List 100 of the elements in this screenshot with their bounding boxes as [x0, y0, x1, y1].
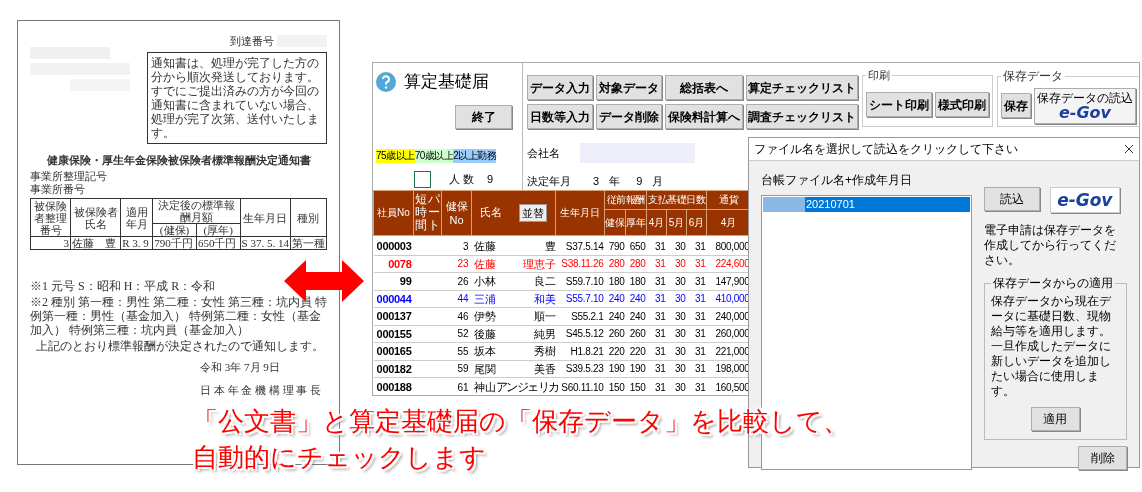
table-header: 決定後の標準報酬月額 — [152, 198, 241, 224]
table-cell: 220 — [604, 342, 626, 360]
group-header: 支払基礎日数 — [646, 190, 707, 209]
table-cell: 44 — [441, 290, 472, 308]
close-icon[interactable] — [1124, 144, 1134, 154]
table-cell: 160,500 — [706, 377, 751, 395]
table-cell: 650千円 — [196, 236, 241, 250]
table-cell: 240 — [604, 290, 626, 308]
table-cell: 30 — [666, 290, 687, 308]
table-cell: 000155 — [373, 325, 414, 343]
toolbar-button[interactable]: データ入力 — [527, 75, 593, 100]
surname: 佐藤 — [473, 239, 496, 254]
egov-button[interactable]: 保存データの読込 e-Gov — [1034, 87, 1136, 124]
table-cell: 31 — [686, 307, 707, 325]
table-cell: S39.5.23 — [555, 360, 605, 378]
load-button[interactable]: 読込 — [983, 187, 1040, 211]
table-cell: 220 — [625, 342, 647, 360]
toolbar-button[interactable]: 日数等入力 — [527, 104, 593, 129]
toolbar-button[interactable]: 対象データ — [596, 75, 662, 100]
file-list-item[interactable]: 20210701 — [763, 197, 970, 212]
file-name: 20210701 — [806, 197, 855, 213]
table-cell: 150 — [625, 377, 647, 395]
table-cell: 800,000 — [706, 238, 751, 255]
table-cell: 000003 — [373, 238, 414, 255]
note-text: 電子申請は保存データを作成してから行ってください。 — [983, 223, 1117, 268]
legend-tag: 2以上勤務 — [453, 148, 497, 163]
toolbar-button[interactable]: 調査チェックリスト — [746, 104, 858, 129]
table-cell: 31 — [646, 290, 667, 308]
decision-year: 3 — [593, 174, 600, 189]
table-cell: 31 — [686, 290, 707, 308]
table-cell: S 37. 5. 14 — [240, 236, 291, 250]
print-button[interactable]: 様式印刷 — [935, 92, 989, 118]
table-cell: 23 — [441, 255, 472, 273]
legend-tag: 75歳以上 — [376, 148, 415, 163]
table-cell: 221,000 — [706, 342, 751, 360]
table-cell: 180 — [604, 272, 626, 290]
column-header: 健保 — [604, 209, 626, 235]
table-cell: 000188 — [373, 377, 414, 395]
table-cell: 260 — [625, 325, 647, 343]
table-cell: 31 — [646, 377, 667, 395]
table-cell: 30 — [666, 360, 687, 378]
table-cell: 224,600 — [706, 255, 751, 273]
surname: 神山 — [473, 379, 496, 395]
table-cell: 31 — [686, 325, 707, 343]
help-icon[interactable] — [376, 71, 396, 92]
egov-caption: 保存データの読込 — [1037, 90, 1133, 105]
surname: 後藤 — [473, 326, 496, 342]
exit-button[interactable]: 終了 — [455, 104, 512, 129]
table-cell: 190 — [604, 360, 626, 378]
group-label: 保存データ — [1002, 68, 1064, 85]
apply-description: 保存データから現在データに基礎日数、現物給与等を適用します。一旦作成したデータに新しいデータを追加したい場合に使用します。 — [990, 294, 1112, 399]
column-header: 5月 — [666, 209, 687, 235]
month-unit: 月 — [652, 174, 664, 189]
table-cell: 30 — [666, 272, 687, 290]
footnote: ※1 元号 S：昭和 H：平成 R：令和 — [30, 279, 217, 293]
table-cell: 31 — [686, 272, 707, 290]
toolbar-button[interactable]: 保険料計算へ — [665, 104, 743, 129]
table-cell: S37.5.14 — [555, 238, 605, 255]
table-cell: 30 — [666, 342, 687, 360]
column-header: 4月 — [646, 209, 667, 235]
print-button[interactable]: シート印刷 — [866, 92, 932, 118]
table-cell: S55.7.10 — [555, 290, 605, 308]
group-header: 従前報酬 — [604, 190, 647, 209]
table-header: 被保険者整理番号 — [30, 198, 71, 237]
apply-button[interactable]: 適用 — [1030, 407, 1080, 431]
given-name: 豊 — [544, 239, 556, 254]
toolbar-button[interactable]: 総括表へ — [665, 75, 743, 100]
table-cell: 99 — [373, 272, 414, 290]
egov-button[interactable]: e-Gov — [1049, 187, 1120, 213]
table-cell: 31 — [646, 325, 667, 343]
redacted-block — [763, 197, 805, 212]
table-cell: 280 — [625, 255, 647, 273]
table-cell: 410,000 — [706, 290, 751, 308]
table-cell: 3 — [441, 238, 472, 255]
delete-button[interactable]: 削除 — [1078, 446, 1127, 470]
surname: 坂本 — [473, 344, 496, 359]
sort-button[interactable]: 並替 — [518, 203, 547, 222]
document-title: 健康保険・厚生年金保険被保険者標準報酬決定通知書 — [45, 152, 312, 168]
table-cell: 240 — [625, 290, 647, 308]
table-cell: S59.7.10 — [555, 272, 605, 290]
given-name: 秀樹 — [533, 344, 556, 359]
table-cell: 000137 — [373, 307, 414, 325]
toolbar-button[interactable]: データ削除 — [596, 104, 662, 129]
toolbar-button[interactable]: 算定チェックリスト — [746, 75, 858, 100]
table-cell: H1.8.21 — [555, 342, 605, 360]
table-cell: 55 — [441, 342, 472, 360]
app-title: 算定基礎届 — [404, 71, 489, 93]
table-header: (健保) — [152, 223, 197, 237]
table-cell: S45.5.12 — [555, 325, 605, 343]
table-cell: 佐藤 豊 — [70, 236, 121, 250]
column-header: 健保 No — [441, 190, 472, 235]
table-cell: 31 — [686, 342, 707, 360]
office-label: 事業所整理記号 — [30, 170, 108, 183]
table-header: 適用年月 — [120, 198, 153, 237]
save-button[interactable]: 保存 — [1001, 93, 1031, 118]
table-cell: 650 — [625, 238, 647, 255]
table-cell: 790 — [604, 238, 626, 255]
table-cell: 280 — [604, 255, 626, 273]
table-cell: 31 — [686, 255, 707, 273]
selected-cell[interactable] — [414, 170, 431, 188]
